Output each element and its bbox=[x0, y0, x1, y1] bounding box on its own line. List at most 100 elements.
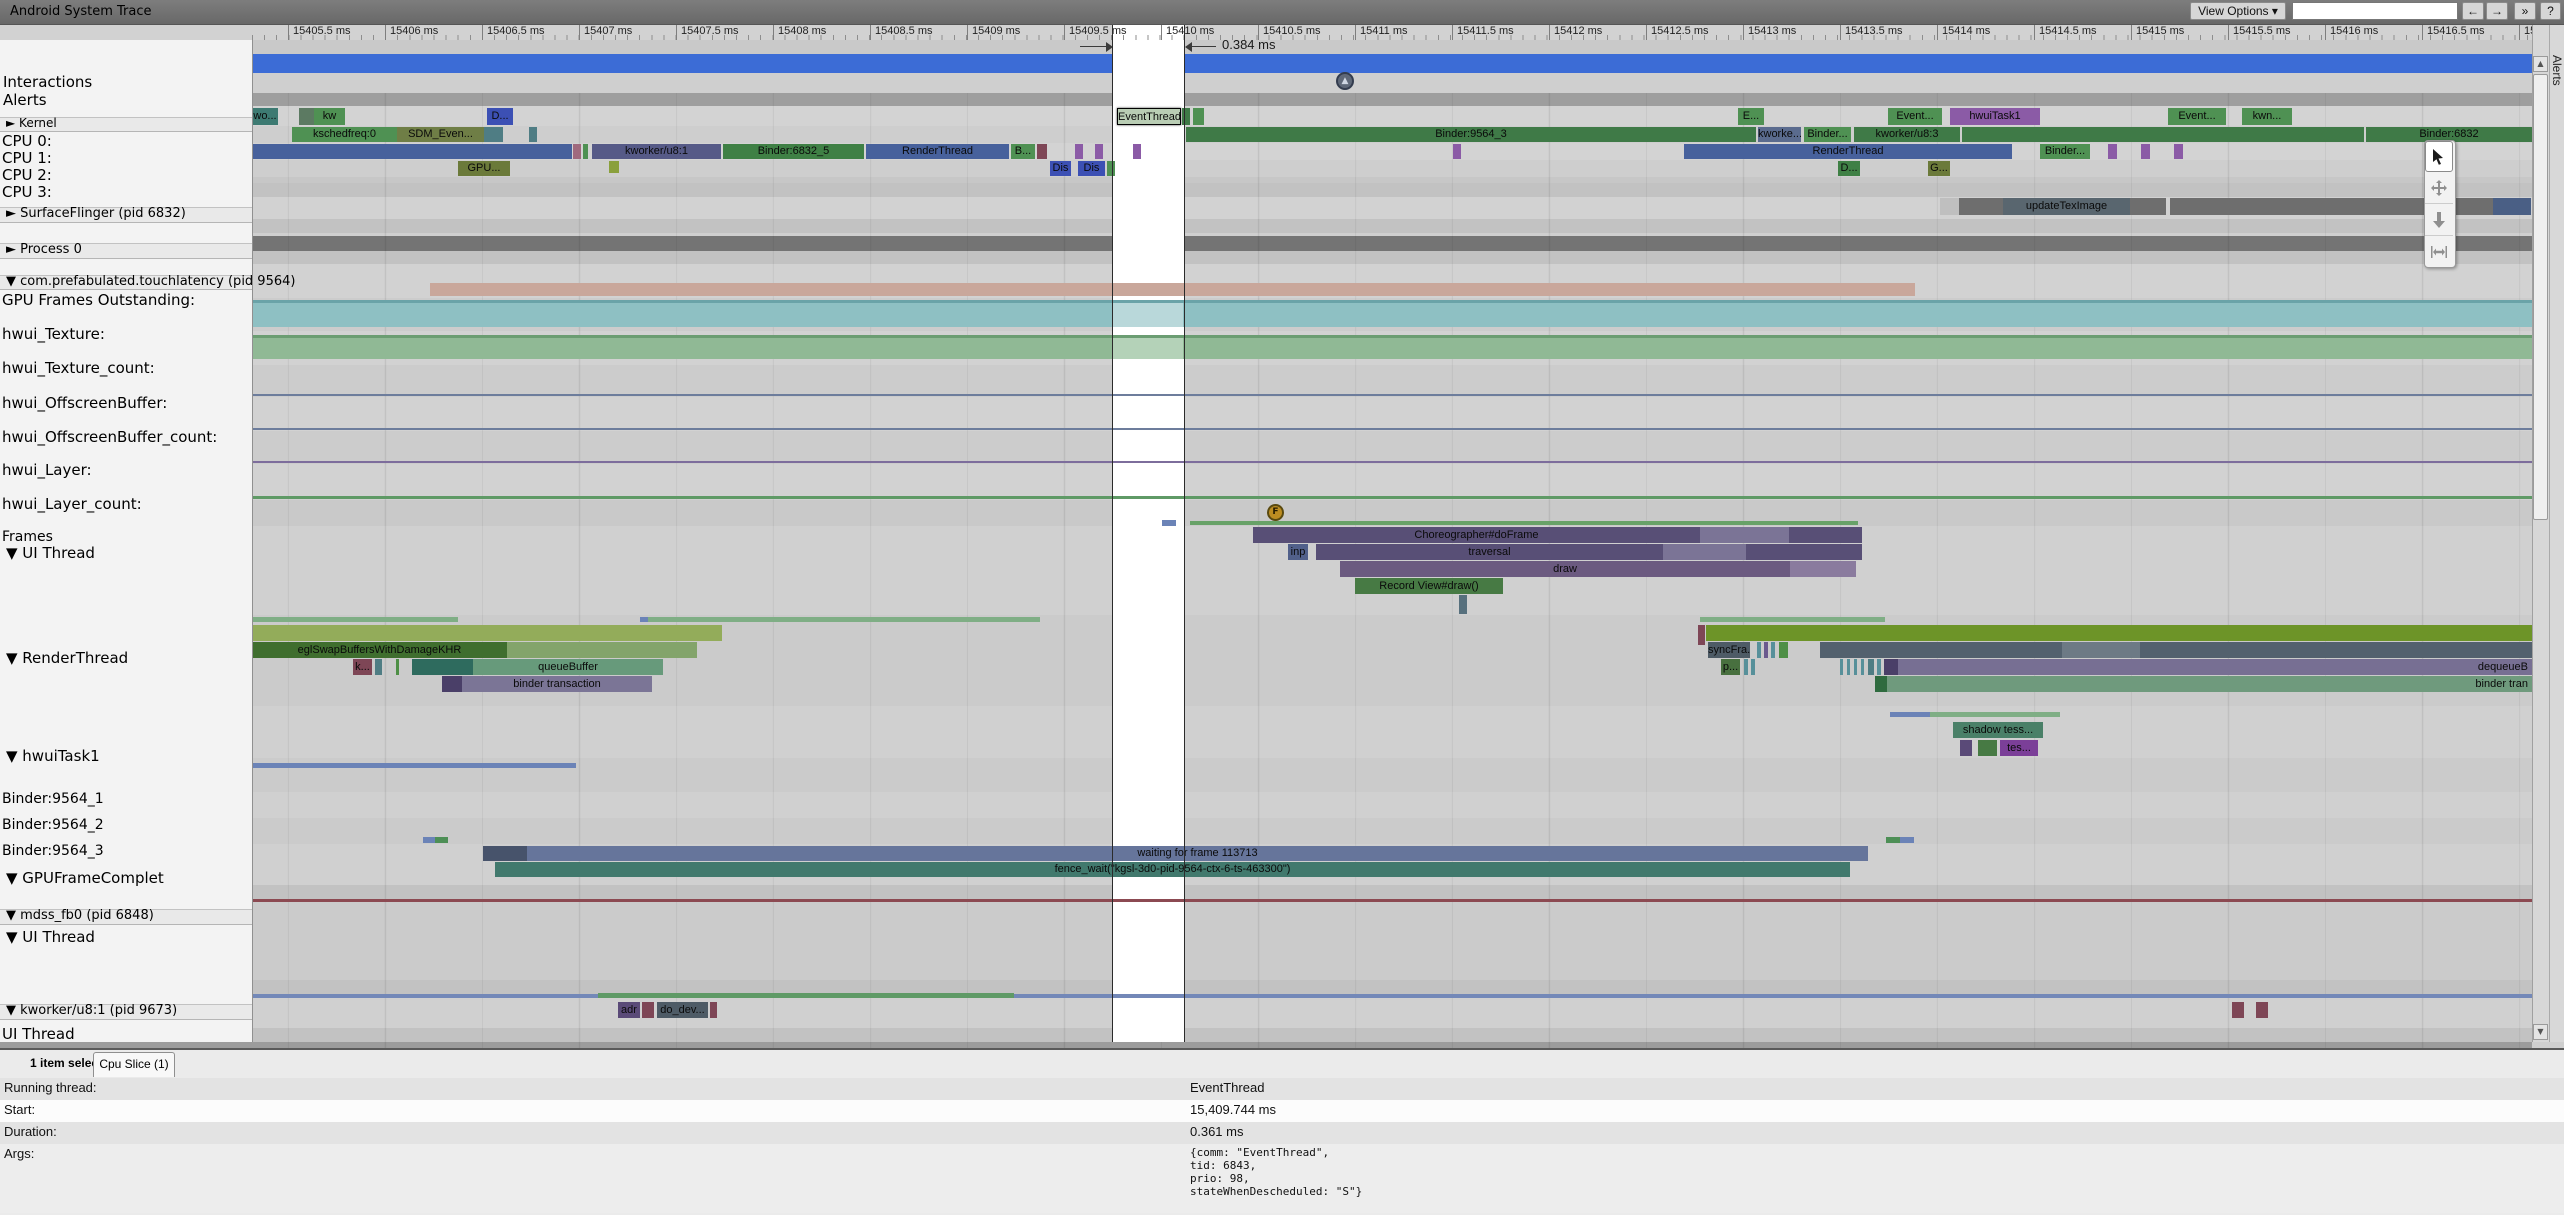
trace-slice[interactable]: Binder... bbox=[1804, 127, 1851, 142]
trace-slice[interactable]: EventThread bbox=[1117, 108, 1181, 125]
timeline-area[interactable]: 15405.5 ms15406 ms15406.5 ms15407 ms1540… bbox=[0, 24, 2564, 1048]
trace-slice[interactable]: shadow tess... bbox=[1953, 722, 2043, 738]
trace-slice[interactable] bbox=[529, 127, 537, 142]
trace-slice[interactable]: tes... bbox=[2000, 740, 2038, 756]
trace-slice[interactable] bbox=[1075, 144, 1083, 159]
trace-slice[interactable] bbox=[252, 394, 2532, 396]
trace-slice[interactable] bbox=[1790, 561, 1856, 577]
trace-slice[interactable]: GPU... bbox=[458, 161, 510, 176]
trace-slice[interactable] bbox=[1162, 520, 1176, 526]
trace-slice[interactable] bbox=[2130, 198, 2166, 215]
trace-slice[interactable] bbox=[1884, 659, 1898, 675]
trace-slice[interactable]: eglSwapBuffersWithDamageKHR bbox=[252, 642, 507, 658]
trace-slice[interactable] bbox=[1757, 642, 1761, 658]
trace-slice[interactable] bbox=[1820, 642, 2062, 658]
trace-slice[interactable] bbox=[642, 1002, 654, 1018]
trace-slice[interactable]: do_dev... bbox=[657, 1002, 708, 1018]
trace-slice[interactable] bbox=[252, 338, 2532, 359]
trace-slice[interactable]: kschedfreq:0 bbox=[292, 127, 397, 142]
trace-slice[interactable]: Binder:6832_5 bbox=[723, 144, 864, 159]
trace-slice[interactable] bbox=[1744, 659, 1748, 675]
trace-slice[interactable]: kworker/u8:3 bbox=[1854, 127, 1960, 142]
trace-slice[interactable]: wo... bbox=[252, 108, 278, 125]
trace-slice[interactable]: syncFra... bbox=[1708, 642, 1750, 658]
trace-slice[interactable] bbox=[1868, 659, 1874, 675]
trace-slice[interactable] bbox=[1877, 659, 1881, 675]
trace-slice[interactable]: queueBuffer bbox=[473, 659, 663, 675]
trace-slice[interactable]: binder tran bbox=[1887, 676, 2532, 692]
trace-slice[interactable]: Binder... bbox=[2040, 144, 2090, 159]
trace-slice[interactable]: Dis bbox=[1078, 161, 1105, 176]
trace-slice[interactable] bbox=[1930, 712, 2060, 717]
trace-slice[interactable] bbox=[1861, 659, 1864, 675]
alerts-tab[interactable]: Alerts bbox=[2550, 55, 2564, 86]
trace-slice[interactable]: adr bbox=[618, 1002, 640, 1018]
trace-slice[interactable] bbox=[252, 625, 722, 641]
trace-slice[interactable] bbox=[252, 461, 2532, 463]
trace-slice[interactable] bbox=[375, 659, 382, 675]
trace-slice[interactable] bbox=[710, 1002, 717, 1018]
trace-slice[interactable] bbox=[2493, 198, 2531, 215]
trace-slice[interactable] bbox=[252, 428, 2532, 430]
trace-slice[interactable]: Choreographer#doFrame bbox=[1253, 527, 1700, 543]
trace-slice[interactable] bbox=[1700, 527, 1789, 543]
trace-slice[interactable] bbox=[1190, 521, 1858, 525]
trace-slice[interactable]: G... bbox=[1928, 161, 1950, 176]
trace-slice[interactable] bbox=[252, 496, 2532, 499]
trace-slice[interactable] bbox=[1113, 303, 1183, 327]
trace-slice[interactable] bbox=[1751, 659, 1755, 675]
trace-slice[interactable] bbox=[598, 993, 1014, 998]
nav-skip-button[interactable]: » bbox=[2514, 2, 2536, 20]
trace-slice[interactable] bbox=[1193, 108, 1204, 125]
trace-slice[interactable]: RenderThread bbox=[1684, 144, 2012, 159]
scrollbar-thumb[interactable] bbox=[2533, 74, 2548, 520]
trace-slice[interactable]: Binder:9564_3 bbox=[1186, 127, 1756, 142]
help-button[interactable]: ? bbox=[2540, 2, 2561, 20]
trace-slice[interactable]: Dis bbox=[1050, 161, 1071, 176]
pan-tool-button[interactable] bbox=[2425, 172, 2453, 204]
measure-marker-end[interactable] bbox=[1184, 24, 1185, 1042]
trace-slice[interactable]: binder transaction bbox=[462, 676, 652, 692]
trace-slice[interactable] bbox=[1840, 659, 1843, 675]
trace-slice[interactable]: Record View#draw() bbox=[1355, 578, 1503, 594]
alert-badge-icon[interactable]: ▲ bbox=[1336, 72, 1354, 90]
select-tool-button[interactable] bbox=[2425, 141, 2453, 172]
trace-slice[interactable] bbox=[252, 303, 2532, 327]
trace-slice[interactable] bbox=[435, 837, 448, 843]
trace-slice[interactable] bbox=[1706, 625, 2532, 641]
trace-slice[interactable] bbox=[299, 108, 314, 125]
trace-slice[interactable]: E... bbox=[1738, 108, 1764, 125]
trace-slice[interactable]: kworke... bbox=[1758, 127, 1801, 142]
trace-slice[interactable] bbox=[1900, 837, 1914, 843]
trace-slice[interactable] bbox=[412, 659, 473, 675]
trace-slice[interactable] bbox=[573, 144, 581, 159]
scroll-up-icon[interactable]: ▲ bbox=[2533, 56, 2548, 72]
trace-slice[interactable] bbox=[1037, 144, 1047, 159]
trace-slice[interactable] bbox=[1940, 198, 1959, 215]
trace-slice[interactable] bbox=[423, 837, 435, 843]
trace-slice[interactable] bbox=[1095, 144, 1103, 159]
trace-slice[interactable] bbox=[1459, 595, 1467, 614]
trace-slice[interactable] bbox=[2141, 144, 2150, 159]
trace-slice[interactable] bbox=[1959, 198, 2003, 215]
trace-slice[interactable]: hwuiTask1 bbox=[1950, 108, 2040, 125]
trace-slice[interactable] bbox=[640, 617, 648, 622]
trace-slice[interactable] bbox=[1133, 144, 1141, 159]
trace-slice[interactable] bbox=[252, 617, 458, 622]
trace-slice[interactable] bbox=[1779, 642, 1788, 658]
trace-slice[interactable] bbox=[1978, 740, 1997, 756]
trace-slice[interactable] bbox=[1962, 127, 2364, 142]
trace-slice[interactable]: kworker/u8:1 bbox=[592, 144, 721, 159]
trace-slice[interactable]: fence_wait("kgsl-3d0-pid-9564-ctx-6-ts-4… bbox=[495, 862, 1850, 877]
trace-slice[interactable] bbox=[1764, 642, 1768, 658]
trace-slice[interactable] bbox=[1890, 712, 1930, 717]
trace-slice[interactable] bbox=[1453, 144, 1461, 159]
trace-slice[interactable] bbox=[609, 161, 619, 173]
trace-slice[interactable]: updateTexImage bbox=[2003, 198, 2130, 215]
trace-slice[interactable]: D... bbox=[1838, 161, 1860, 176]
trace-slice[interactable] bbox=[252, 899, 2532, 902]
trace-slice[interactable]: SDM_Even... bbox=[397, 127, 484, 142]
tab-cpu-slice[interactable]: Cpu Slice (1) bbox=[93, 1052, 175, 1077]
trace-slice[interactable] bbox=[252, 144, 572, 159]
trace-slice[interactable]: draw bbox=[1340, 561, 1790, 577]
